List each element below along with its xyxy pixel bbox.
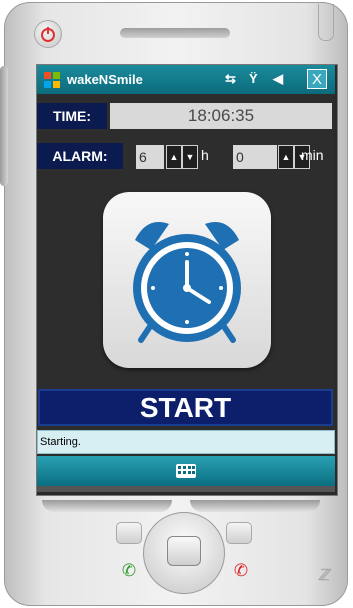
- alarm-label: ALARM:: [37, 143, 123, 169]
- side-button[interactable]: [0, 66, 8, 186]
- action-button[interactable]: [167, 536, 201, 566]
- left-softkey[interactable]: [42, 500, 172, 512]
- alarm-clock-tile: [103, 192, 271, 368]
- power-icon: [41, 27, 55, 42]
- hours-unit: h: [201, 147, 209, 163]
- brand-mark-icon: ℤ: [318, 567, 330, 584]
- right-softkey[interactable]: [190, 500, 320, 512]
- close-button[interactable]: X: [307, 69, 327, 89]
- start-button[interactable]: START: [38, 389, 333, 426]
- earpiece-speaker: [120, 28, 230, 38]
- power-button[interactable]: [34, 20, 62, 48]
- stylus-slot: [318, 4, 334, 41]
- alarm-minutes-field[interactable]: 0: [233, 145, 277, 169]
- title-bar: wakeNSmile ⇆ Ÿ ◀ X: [37, 65, 335, 94]
- minutes-up-button[interactable]: ▲: [278, 145, 294, 169]
- signal-icon[interactable]: Ÿ: [249, 71, 258, 86]
- app-title: wakeNSmile: [67, 72, 143, 87]
- hours-down-button[interactable]: ▼: [182, 145, 198, 169]
- end-call-icon[interactable]: ✆: [230, 560, 252, 582]
- connectivity-icon[interactable]: ⇆: [225, 71, 236, 87]
- screen-bottom-edge: [37, 486, 335, 492]
- time-label: TIME:: [37, 103, 107, 129]
- alarm-clock-icon: [133, 222, 241, 343]
- alarm-hours-field[interactable]: 6: [136, 145, 164, 169]
- volume-icon[interactable]: ◀: [273, 71, 283, 87]
- keyboard-icon[interactable]: [176, 464, 196, 478]
- contacts-button[interactable]: [226, 522, 252, 544]
- windows-start-icon[interactable]: [43, 71, 61, 89]
- hours-up-button[interactable]: ▲: [166, 145, 182, 169]
- minutes-unit: min: [301, 147, 324, 163]
- menu-bar: [37, 456, 335, 486]
- calendar-button[interactable]: [116, 522, 142, 544]
- time-value: 18:06:35: [110, 103, 332, 129]
- call-icon[interactable]: ✆: [118, 560, 140, 582]
- status-bar: Starting.: [37, 430, 335, 454]
